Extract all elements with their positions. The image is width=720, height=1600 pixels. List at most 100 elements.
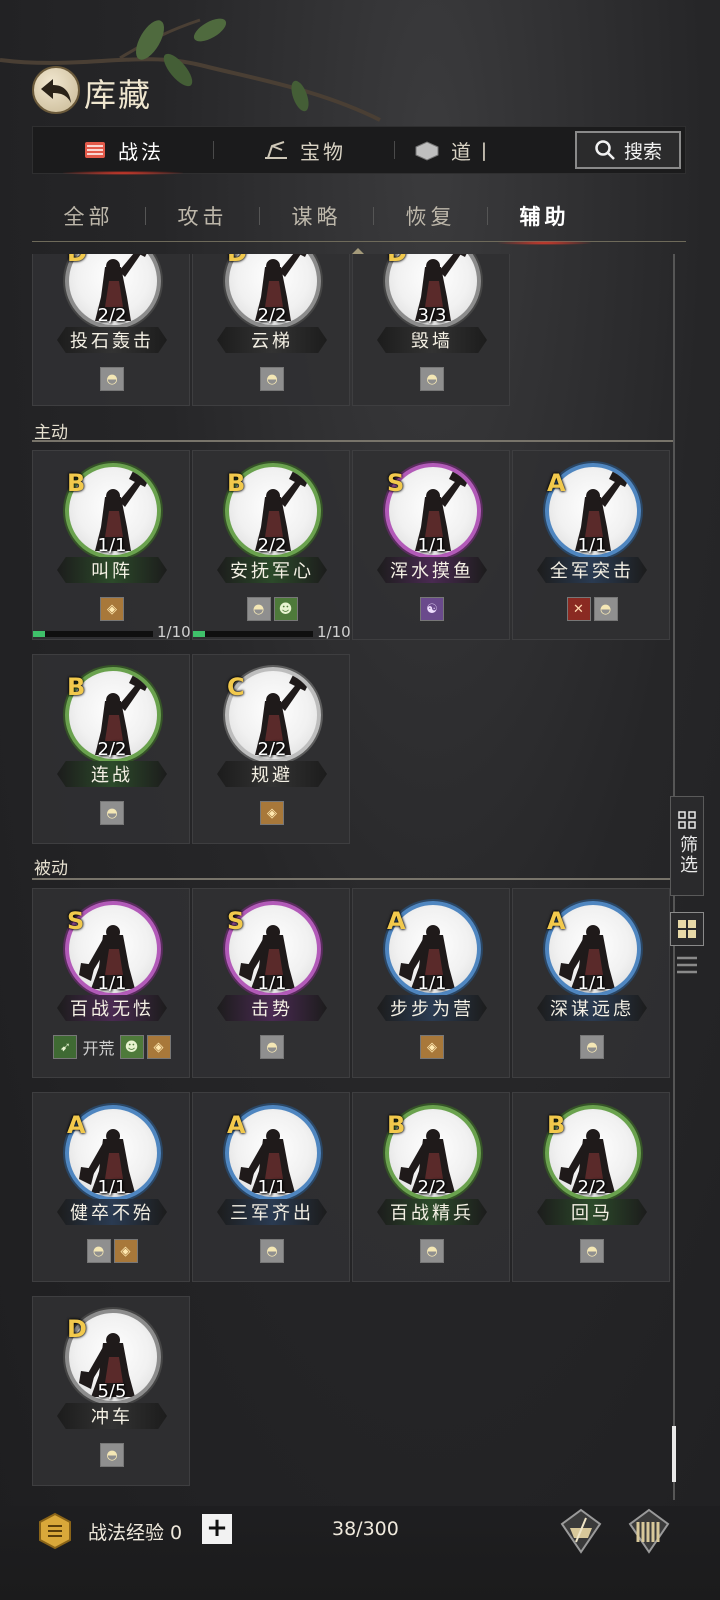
tactic-tags: ➹ 开荒 ☻ ◈: [33, 1035, 191, 1059]
search-label: 搜索: [623, 140, 662, 163]
tab-items[interactable]: 道⼁: [395, 127, 515, 173]
tactic-card[interactable]: A 1/1 三军齐出 ◓: [192, 1092, 350, 1282]
treasure-icon: [265, 141, 287, 159]
back-arrow-icon: [41, 79, 71, 103]
page-title: 库藏: [84, 76, 153, 114]
subtab-support[interactable]: 辅助: [488, 201, 601, 245]
rank-badge: S: [227, 907, 245, 935]
bag-icon: ◓: [260, 1035, 284, 1059]
filter-button[interactable]: 筛选: [670, 796, 704, 896]
troop-icon: ☻: [119, 1035, 144, 1059]
tactic-card[interactable]: D 2/2云梯 ◓: [192, 254, 350, 406]
tactic-level: 1/1: [257, 973, 287, 994]
tactics-list[interactable]: D2/2投石轰击◓ D2/2云梯◓ D3/3毁墙◓ 主动 B1/1叫阵◈1/10…: [32, 254, 688, 1520]
progress-text: 1/10: [317, 623, 351, 641]
tactic-tags: ◓: [353, 367, 511, 391]
tactic-card[interactable]: B 2/2 连战 ◓: [32, 654, 190, 844]
bag-icon: ◓: [260, 1239, 284, 1263]
tactic-level: 1/1: [97, 1177, 127, 1198]
tactic-name: 全军突击: [537, 557, 647, 583]
rank-badge: B: [67, 673, 86, 701]
scroll-stack-icon[interactable]: [624, 1506, 674, 1556]
tactic-name: 冲车: [57, 1403, 167, 1429]
subtab-strategy[interactable]: 谋略: [260, 201, 373, 231]
tag-label: 开荒: [82, 1039, 115, 1058]
subtab-attack[interactable]: 攻击: [146, 201, 259, 231]
tactic-exp-label: 战法经验 0: [88, 1522, 183, 1544]
rank-badge: D: [67, 254, 87, 267]
tactic-name: 击势: [217, 995, 327, 1021]
search-button[interactable]: 搜索: [575, 131, 681, 169]
tactic-tags: ◓: [513, 1239, 671, 1263]
subtab-all[interactable]: 全部: [32, 201, 145, 231]
tactic-card[interactable]: B 2/2 安抚军心 ◓ ☻ 1/10: [192, 450, 351, 641]
tactic-level: 2/2: [257, 739, 287, 760]
tactic-tags: ◓ ◈: [33, 1239, 191, 1263]
tactic-card[interactable]: C 2/2 规避 ◈: [192, 654, 350, 844]
grid-view-icon: [678, 920, 696, 938]
filter-label: 筛选: [677, 835, 698, 875]
tactic-card[interactable]: B 1/1 叫阵 ◈ 1/10: [32, 450, 191, 641]
rank-badge: A: [227, 1111, 246, 1139]
add-exp-button[interactable]: +: [202, 1514, 232, 1544]
tactic-card[interactable]: B 2/2 回马 ◓: [512, 1092, 670, 1282]
tactic-level: 2/2: [257, 535, 287, 556]
rank-badge: A: [547, 469, 566, 497]
section-divider: [32, 440, 674, 442]
tactic-level: 1/1: [97, 535, 127, 556]
scrollbar-thumb[interactable]: [672, 1426, 676, 1482]
grid-view-toggle[interactable]: [670, 912, 704, 946]
tactic-card[interactable]: A 1/1 全军突击 ✕ ◓: [512, 450, 670, 640]
tactic-card[interactable]: S 1/1 击势 ◓: [192, 888, 350, 1078]
grid-icon: [678, 811, 696, 829]
tactic-name: 百战无怯: [57, 995, 167, 1021]
tactic-level: 2/2: [417, 1177, 447, 1198]
tactic-tags: ✕ ◓: [513, 597, 671, 621]
tactic-level: 1/1: [97, 973, 127, 994]
rank-badge: B: [547, 1111, 566, 1139]
tab-treasure[interactable]: 宝物: [214, 127, 394, 173]
tab-label: 战法: [118, 139, 164, 164]
tab-tactics[interactable]: 战法: [33, 127, 213, 175]
tactic-card[interactable]: A 1/1 步步为营 ◈: [352, 888, 510, 1078]
bag-icon: ◓: [580, 1035, 604, 1059]
troop-icon: ☻: [273, 597, 298, 621]
tactic-card[interactable]: A 1/1 健卒不殆 ◓ ◈: [32, 1092, 190, 1282]
tactic-card[interactable]: D 3/3毁墙 ◓: [352, 254, 510, 406]
tactic-name: 健卒不殆: [57, 1199, 167, 1225]
shield-icon: ◈: [420, 1035, 444, 1059]
book-sword-icon[interactable]: [556, 1506, 606, 1556]
tactic-card[interactable]: B 2/2 百战精兵 ◓: [352, 1092, 510, 1282]
tactic-tags: ◓: [33, 801, 191, 825]
tactic-name: 浑水摸鱼: [377, 557, 487, 583]
section-divider: [32, 878, 674, 880]
progress-text: 1/10: [157, 623, 191, 641]
tactic-tags: ◓: [193, 1035, 351, 1059]
tactic-name: 规避: [217, 761, 327, 787]
crossed-swords-icon: ✕: [566, 597, 591, 621]
back-button[interactable]: [32, 66, 80, 114]
tactic-tags: ◓: [193, 1239, 351, 1263]
tactic-card[interactable]: S 1/1 浑水摸鱼 ☯: [352, 450, 510, 640]
tactic-name: 三军齐出: [217, 1199, 327, 1225]
tactic-count: 38/300: [332, 1518, 399, 1540]
rank-badge: A: [67, 1111, 86, 1139]
bag-icon: ◓: [580, 1239, 604, 1263]
tab-label: 宝物: [300, 139, 346, 164]
tactic-tags: ☯: [353, 597, 511, 621]
tactic-card[interactable]: A 1/1 深谋远虑 ◓: [512, 888, 670, 1078]
tactic-level: 1/1: [417, 973, 447, 994]
tactic-card[interactable]: D 5/5 冲车 ◓: [32, 1296, 190, 1486]
tactic-tags: ◓: [193, 367, 351, 391]
tactic-card[interactable]: S 1/1 百战无怯 ➹ 开荒 ☻ ◈: [32, 888, 190, 1078]
tactic-card[interactable]: D 2/2投石轰击 ◓: [32, 254, 190, 406]
sub-tab-bar: 全部 攻击 谋略 恢复 辅助: [32, 190, 686, 245]
tactic-tags: ◓: [33, 367, 191, 391]
rank-badge: A: [387, 907, 406, 935]
face-icon: ☯: [420, 597, 444, 621]
list-view-icon[interactable]: [676, 954, 698, 976]
subtab-recovery[interactable]: 恢复: [374, 201, 487, 231]
shield-icon: ◈: [113, 1239, 138, 1263]
bag-icon: ◓: [593, 597, 618, 621]
rank-badge: B: [227, 469, 246, 497]
